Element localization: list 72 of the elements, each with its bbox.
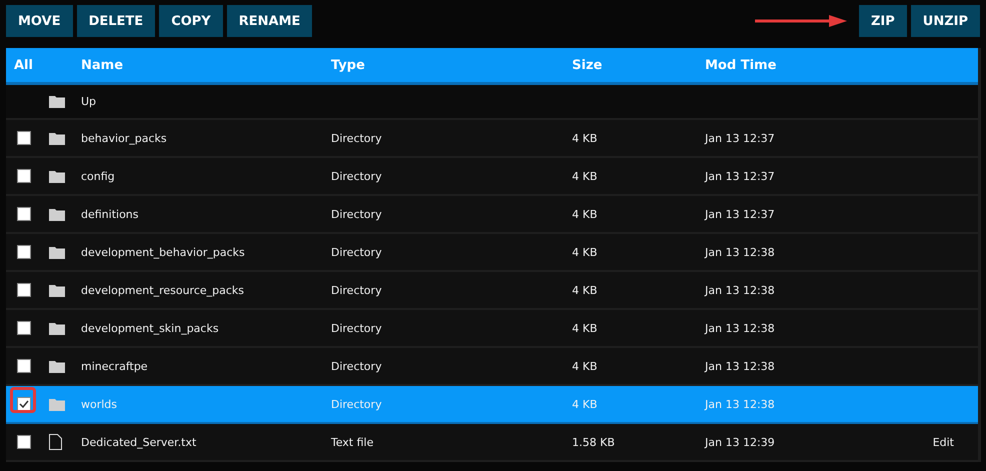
toolbar-button[interactable]: MOVE xyxy=(6,5,73,37)
file-icon xyxy=(49,434,62,450)
file-type: Text file xyxy=(331,436,374,448)
file-row[interactable]: definitions Directory 4 KB Jan 13 12:37 xyxy=(6,196,978,234)
folder-icon xyxy=(49,360,65,372)
file-row[interactable]: development_behavior_packs Directory 4 KB Jan 13 12:38 xyxy=(6,234,978,272)
folder-icon xyxy=(49,95,65,108)
mod-time: Jan 13 12:38 xyxy=(705,284,776,296)
mod-time: Jan 13 12:37 xyxy=(705,132,776,144)
file-type: Directory xyxy=(331,284,383,296)
file-row[interactable]: Dedicated_Server.txt Text file 1.58 KB Jan 13 12:39 Edit xyxy=(6,424,978,462)
folder-icon xyxy=(49,132,65,144)
toolbar-button[interactable]: DELETE xyxy=(76,5,156,37)
row-checkbox[interactable] xyxy=(17,245,31,259)
mod-time: Jan 13 12:39 xyxy=(705,436,776,448)
file-row[interactable]: config Directory 4 KB Jan 13 12:37 xyxy=(6,158,978,196)
file-size: 4 KB xyxy=(572,170,598,182)
file-size: 1.58 KB xyxy=(572,436,616,448)
toolbar-button[interactable]: ZIP xyxy=(858,5,907,37)
mod-time: Jan 13 12:37 xyxy=(705,170,776,182)
row-checkbox[interactable] xyxy=(17,435,31,449)
file-type: Directory xyxy=(331,132,383,144)
mod-time: Jan 13 12:38 xyxy=(705,322,776,334)
file-size: 4 KB xyxy=(572,322,598,334)
file-row[interactable]: development_resource_packs Directory 4 KB Jan 13 12:38 xyxy=(6,272,978,310)
file-name[interactable]: Dedicated_Server.txt xyxy=(81,436,331,448)
mod-time: Jan 13 12:37 xyxy=(705,208,776,220)
file-type: Directory xyxy=(331,208,383,220)
file-row[interactable]: development_skin_packs Directory 4 KB Jan 13 12:38 xyxy=(6,310,978,348)
file-type: Directory xyxy=(331,322,383,334)
row-checkbox[interactable] xyxy=(17,169,31,183)
toolbar-button[interactable]: UNZIP xyxy=(910,5,980,37)
file-size: 4 KB xyxy=(572,284,598,296)
folder-icon xyxy=(49,322,65,334)
file-type: Directory xyxy=(331,360,383,372)
row-checkbox[interactable] xyxy=(17,397,31,411)
file-name[interactable]: development_behavior_packs xyxy=(81,246,331,258)
file-size: 4 KB xyxy=(572,208,598,220)
toolbar-button[interactable]: COPY xyxy=(159,5,223,37)
toolbar-button[interactable]: RENAME xyxy=(226,5,312,37)
file-size: 4 KB xyxy=(572,398,598,410)
folder-icon xyxy=(49,170,65,182)
folder-icon xyxy=(49,246,65,258)
file-name[interactable]: behavior_packs xyxy=(81,132,331,144)
file-size: 4 KB xyxy=(572,360,598,372)
folder-icon xyxy=(49,398,65,410)
highlight-frame xyxy=(10,387,36,413)
row-checkbox[interactable] xyxy=(17,207,31,221)
mod-time: Jan 13 12:38 xyxy=(705,360,776,372)
folder-icon xyxy=(49,284,65,296)
file-name[interactable]: definitions xyxy=(81,208,331,220)
mod-time: Jan 13 12:38 xyxy=(705,246,776,258)
row-checkbox[interactable] xyxy=(17,131,31,145)
folder-icon xyxy=(49,208,65,220)
file-row[interactable]: behavior_packs Directory 4 KB Jan 13 12:37 xyxy=(6,120,978,158)
file-type: Directory xyxy=(331,170,383,182)
file-name[interactable]: development_skin_packs xyxy=(81,322,331,334)
mod-time: Jan 13 12:38 xyxy=(705,398,776,410)
file-size: 4 KB xyxy=(572,246,598,258)
file-name[interactable]: minecraftpe xyxy=(81,360,331,372)
file-type: Directory xyxy=(331,246,383,258)
row-checkbox[interactable] xyxy=(17,321,31,335)
file-type: Directory xyxy=(331,398,383,410)
file-size: 4 KB xyxy=(572,132,598,144)
row-checkbox[interactable] xyxy=(17,283,31,297)
edit-link[interactable]: Edit xyxy=(932,436,954,448)
file-name[interactable]: config xyxy=(81,170,331,182)
file-row[interactable]: minecraftpe Directory 4 KB Jan 13 12:38 xyxy=(6,348,978,386)
file-name[interactable]: Up xyxy=(81,95,331,108)
file-name[interactable]: development_resource_packs xyxy=(81,284,331,296)
row-checkbox[interactable] xyxy=(17,359,31,373)
file-row[interactable]: Up xyxy=(6,85,978,120)
